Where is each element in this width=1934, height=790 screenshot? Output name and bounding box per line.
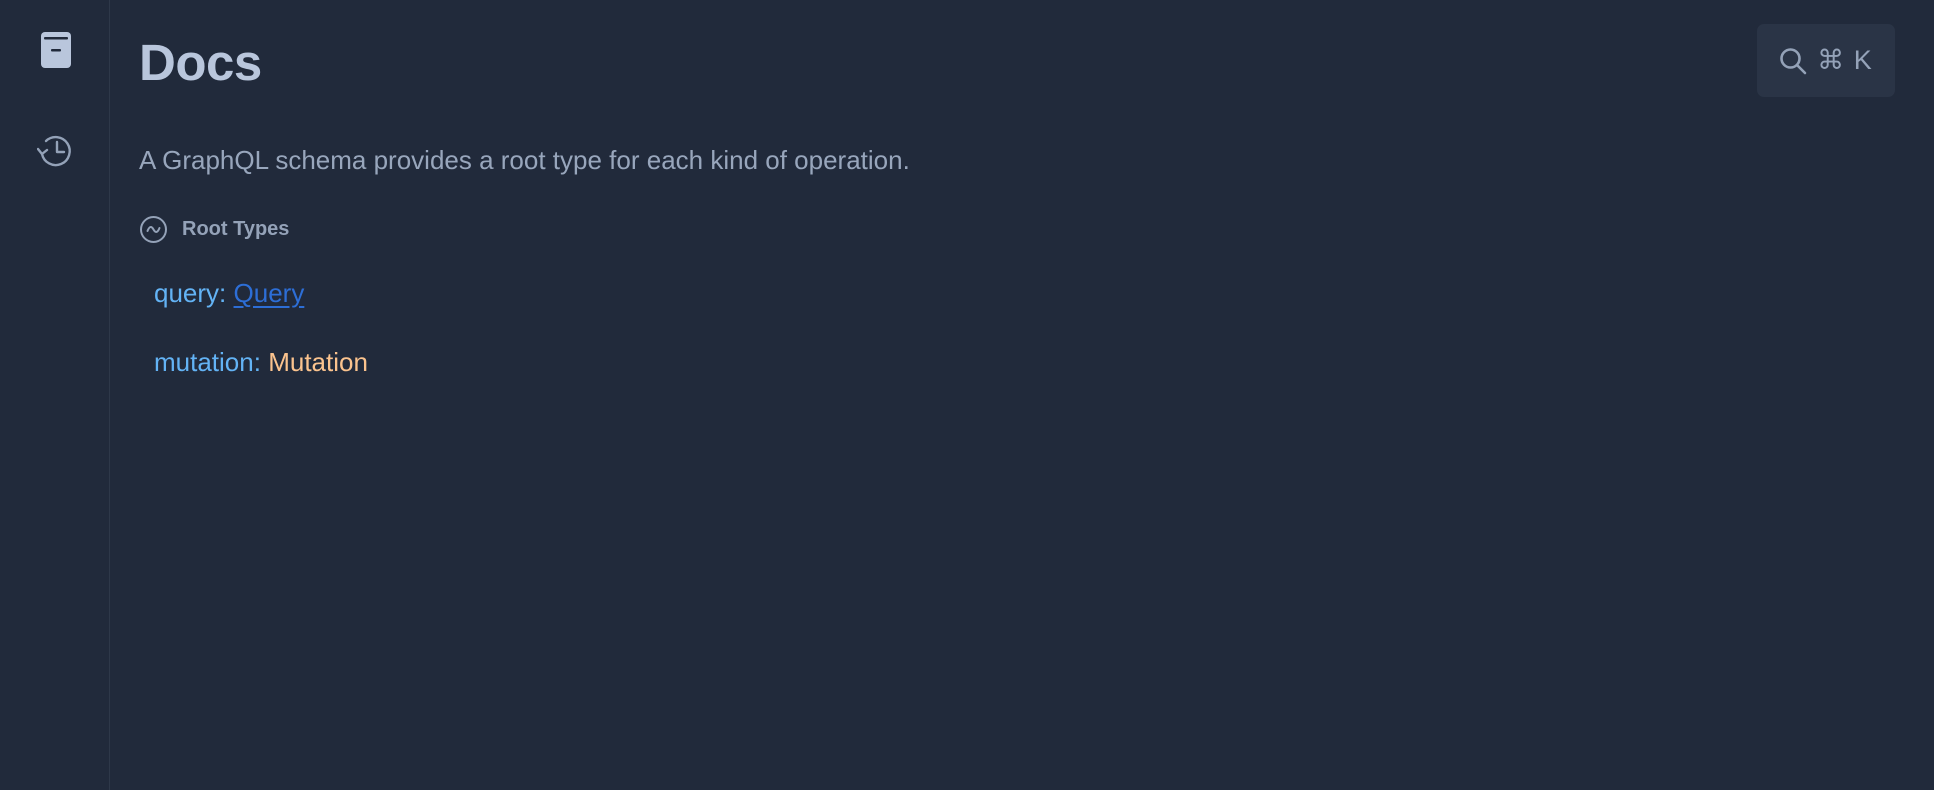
field-name-query: query [154, 278, 220, 308]
search-shortcut: ⌘ K [1817, 45, 1873, 75]
root-types-header: Root Types [139, 215, 289, 244]
root-field-mutation: mutation: Mutation [154, 345, 368, 379]
page-title: Docs [139, 34, 262, 91]
schema-description: A GraphQL schema provides a root type fo… [139, 145, 910, 175]
type-link-query[interactable]: Query [234, 278, 305, 308]
docs-app: Docs ⌘ K A GraphQL schema provides a roo… [0, 0, 1934, 790]
sidebar-history-button[interactable] [30, 125, 82, 177]
sidebar-docs-button[interactable] [30, 24, 82, 76]
type-link-mutation[interactable]: Mutation [268, 347, 368, 377]
root-types-title: Root Types [182, 218, 290, 240]
sidebar [0, 0, 110, 790]
search-icon [1780, 47, 1807, 74]
field-name-mutation: mutation [154, 347, 254, 377]
docs-main: Docs ⌘ K A GraphQL schema provides a roo… [110, 0, 1934, 790]
root-field-query: query: Query [154, 276, 304, 310]
docs-book-icon [41, 32, 71, 68]
root-types-icon [140, 216, 167, 243]
field-separator: : [253, 347, 261, 377]
field-separator: : [219, 278, 227, 308]
history-icon [37, 135, 71, 167]
search-button[interactable]: ⌘ K [1757, 24, 1895, 97]
